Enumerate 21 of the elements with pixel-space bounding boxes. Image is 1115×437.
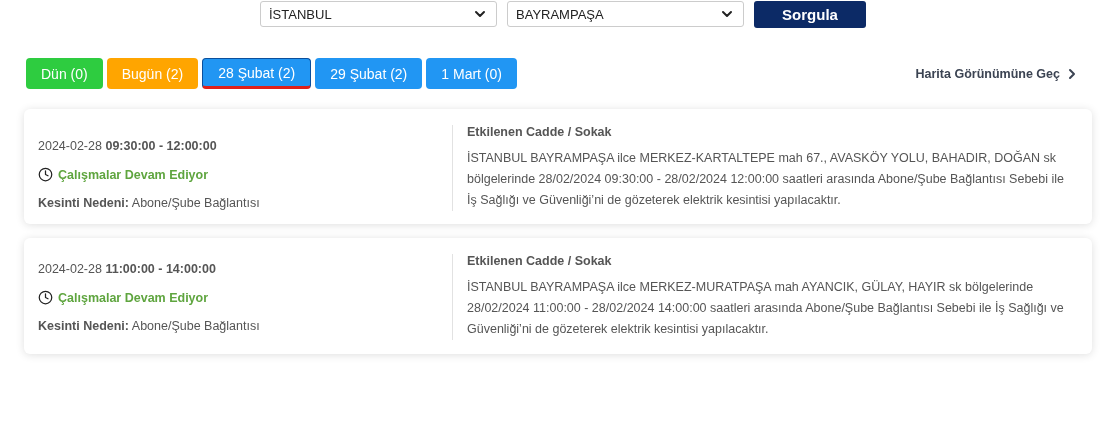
query-button[interactable]: Sorgula <box>754 1 866 28</box>
district-select[interactable]: BAYRAMPAŞA <box>507 1 744 27</box>
outage-description: İSTANBUL BAYRAMPAŞA ilce MERKEZ-MURATPAŞA mah AYANCIK, GÜLAY, HAYIR sk bölgelerinde 28/02/2024 11:00:00 - 28/02/2024 14:00:00 saatleri arasında Abone/Şube Bağlantısı Sebebi ile İş Sağlığı ve Güvenliği’ni de gözeterek elektrik kesintisi yapılacaktır. <box>467 279 1065 338</box>
date-tab[interactable]: 1 Mart (0) <box>426 58 517 89</box>
outage-time: 2024-02-28 09:30:00 - 12:00:00 <box>38 139 218 153</box>
clock-icon <box>38 167 53 182</box>
clock-icon <box>38 290 53 305</box>
outage-reason: Kesinti Nedeni: Abone/Şube Bağlantısı <box>38 319 261 333</box>
status-text: Çalışmalar Devam Ediyor <box>38 290 452 305</box>
outage-reason: Kesinti Nedeni: Abone/Şube Bağlantısı <box>38 196 261 210</box>
date-tab[interactable]: 29 Şubat (2) <box>315 58 423 89</box>
date-tab[interactable]: Bugün (2) <box>106 58 199 89</box>
area-heading: Etkilenen Cadde / Sokak <box>467 254 613 268</box>
date-tab[interactable]: 28 Şubat (2) <box>202 58 312 89</box>
province-select[interactable]: İSTANBUL <box>260 1 497 27</box>
area-heading: Etkilenen Cadde / Sokak <box>467 125 613 139</box>
status-text: Çalışmalar Devam Ediyor <box>38 167 452 182</box>
outage-time: 2024-02-28 11:00:00 - 14:00:00 <box>38 262 217 276</box>
date-tab[interactable]: Dün (0) <box>26 58 103 89</box>
map-view-link[interactable]: Harita Görünümüne Geç <box>915 65 1080 82</box>
outage-description: İSTANBUL BAYRAMPAŞA ilce MERKEZ-KARTALTEPE mah 67., AVASKÖY YOLU, BAHADIR, DOĞAN sk bölgelerinde 28/02/2024 09:30:00 - 28/02/2024 12:00:00 saatleri arasında Abone/Şube Bağlantısı Sebebi ile İş Sağlığı ve Güvenliği’ni de gözeterek elektrik kesintisi yapılacaktır. <box>467 149 1065 209</box>
